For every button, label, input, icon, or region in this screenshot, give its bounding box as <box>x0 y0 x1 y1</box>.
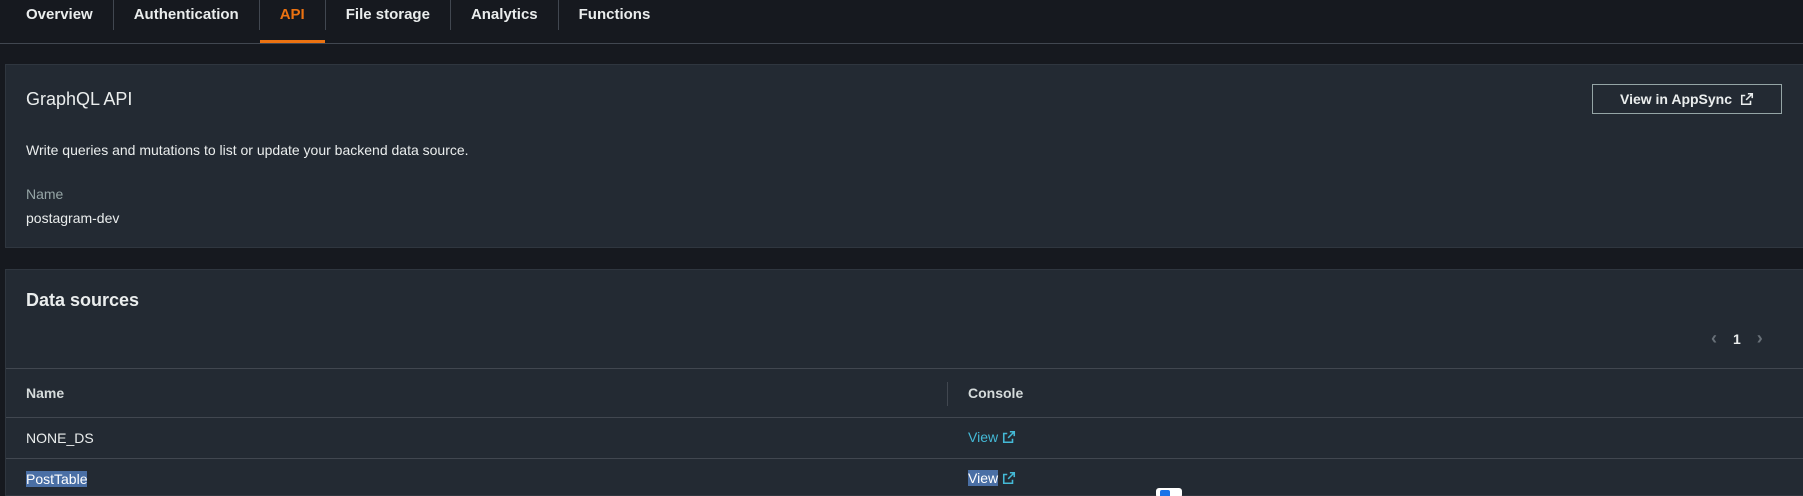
chevron-left-icon[interactable]: ‹ <box>1711 328 1717 349</box>
console-view-link[interactable]: View <box>968 470 1016 486</box>
chevron-right-icon[interactable]: › <box>1757 328 1763 349</box>
table-row: NONE_DS View <box>6 418 1803 459</box>
tab-authentication-label: Authentication <box>133 6 239 23</box>
column-header-name[interactable]: Name <box>26 385 64 401</box>
console-view-label[interactable]: View <box>968 429 998 445</box>
console-view-label[interactable]: View <box>968 470 999 486</box>
page-number[interactable]: 1 <box>1733 331 1741 347</box>
tab-file-storage[interactable]: File storage <box>326 0 450 29</box>
tab-authentication[interactable]: Authentication <box>114 0 259 29</box>
data-sources-table: Name Console NONE_DS View PostTable View <box>6 368 1803 496</box>
data-sources-panel: Data sources ‹ 1 › Name Console NONE_DS … <box>5 269 1803 496</box>
tab-file-storage-label: File storage <box>345 6 430 23</box>
table-header: Name Console <box>6 368 1803 418</box>
tab-api-label: API <box>279 6 305 23</box>
external-link-icon <box>1003 430 1016 444</box>
data-sources-title: Data sources <box>26 290 140 310</box>
floating-widget-icon[interactable] <box>1156 488 1182 496</box>
tab-overview-label: Overview <box>26 6 93 23</box>
data-source-name: NONE_DS <box>26 430 94 446</box>
external-link-icon <box>1003 471 1016 485</box>
graphql-description: Write queries and mutations to list or u… <box>26 142 469 158</box>
console-view-link[interactable]: View <box>968 429 1016 445</box>
amplify-api-page: Overview Authentication API File storage… <box>0 0 1803 496</box>
external-link-icon <box>1740 92 1754 106</box>
name-label: Name <box>26 186 64 202</box>
tab-overview[interactable]: Overview <box>0 0 113 29</box>
column-divider[interactable] <box>947 382 948 406</box>
tab-functions-label: Functions <box>578 6 651 23</box>
graphql-title: GraphQL API <box>26 89 133 109</box>
tab-bar: Overview Authentication API File storage… <box>0 0 1803 44</box>
graphql-api-panel: GraphQL API View in AppSync Write querie… <box>5 64 1803 248</box>
table-row: PostTable View <box>6 459 1803 496</box>
view-in-appsync-button[interactable]: View in AppSync <box>1592 84 1782 114</box>
view-in-appsync-label: View in AppSync <box>1619 91 1733 107</box>
tab-api[interactable]: API <box>259 0 325 43</box>
api-name-value: postagram-dev <box>26 210 120 226</box>
column-header-console: Console <box>968 385 1024 401</box>
tab-functions[interactable]: Functions <box>559 0 671 29</box>
tab-analytics[interactable]: Analytics <box>451 0 558 29</box>
tab-analytics-label: Analytics <box>470 6 538 23</box>
pagination: ‹ 1 › <box>1711 328 1763 349</box>
data-source-name: PostTable <box>26 471 88 487</box>
